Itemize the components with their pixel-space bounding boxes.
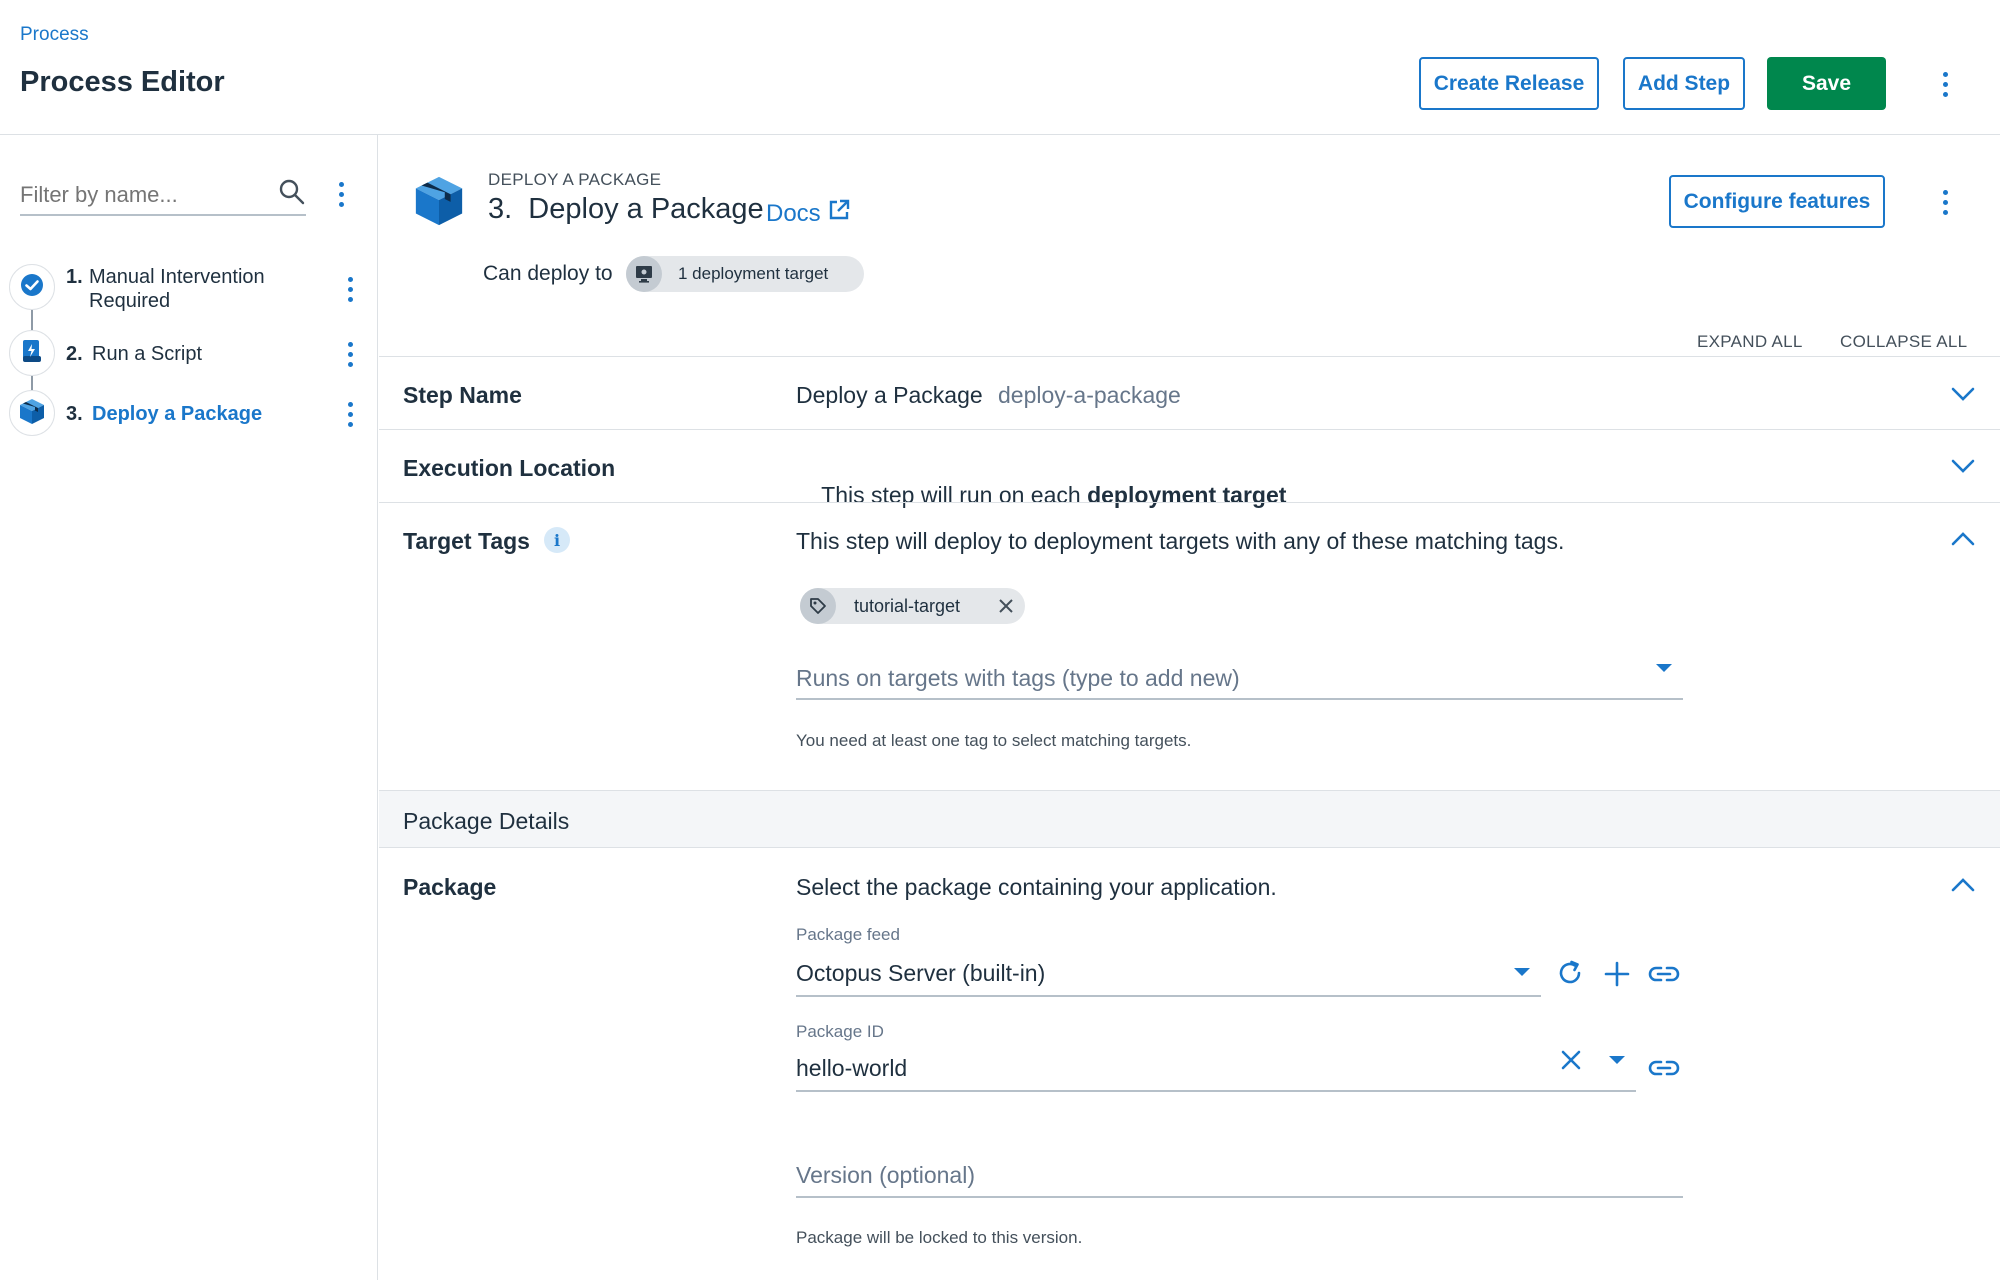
add-feed-icon[interactable] bbox=[1603, 960, 1631, 988]
package-details-header: Package Details bbox=[379, 791, 2000, 848]
package-id-label: Package ID bbox=[796, 1022, 884, 1041]
info-icon[interactable]: i bbox=[544, 527, 570, 553]
package-id-input[interactable]: hello-world bbox=[796, 1055, 907, 1082]
execution-location-text: This step will run on each deployment ta… bbox=[796, 455, 1286, 536]
deployment-target-chip[interactable]: 1 deployment target bbox=[626, 256, 864, 292]
step-2-icon-wrap bbox=[9, 330, 55, 376]
check-circle-icon bbox=[20, 273, 44, 302]
package-id-link-icon[interactable] bbox=[1648, 1054, 1680, 1082]
step-kind: DEPLOY A PACKAGE bbox=[488, 170, 662, 189]
sidebar-step-3[interactable]: 3. Deploy a Package bbox=[0, 390, 376, 440]
chevron-up-icon[interactable] bbox=[1949, 871, 1977, 899]
step-2-more-icon[interactable] bbox=[340, 334, 360, 374]
search-icon[interactable] bbox=[278, 178, 306, 206]
step-1-more-icon[interactable] bbox=[340, 269, 360, 309]
target-tags-label: Target Tags bbox=[403, 528, 530, 554]
package-icon bbox=[18, 397, 46, 430]
tag-icon bbox=[800, 588, 836, 624]
tags-input-underline bbox=[796, 698, 1683, 700]
expand-all-link[interactable]: EXPAND ALL bbox=[1697, 332, 1803, 352]
target-tags-description: This step will deploy to deployment targ… bbox=[796, 528, 1565, 554]
tag-chip-label: tutorial-target bbox=[854, 595, 961, 616]
collapse-all-link[interactable]: COLLAPSE ALL bbox=[1840, 332, 1967, 352]
page-title: Process Editor bbox=[20, 66, 225, 98]
create-release-button[interactable]: Create Release bbox=[1419, 57, 1599, 110]
version-hint: Package will be locked to this version. bbox=[796, 1228, 1083, 1247]
package-feed-label: Package feed bbox=[796, 925, 900, 944]
sidebar-step-2[interactable]: 2. Run a Script bbox=[0, 330, 376, 380]
step-1-label-line1: Manual Intervention bbox=[89, 266, 265, 288]
step-3-icon-wrap bbox=[9, 390, 55, 436]
refresh-icon[interactable] bbox=[1555, 958, 1585, 988]
execution-location-bold: deployment target bbox=[1087, 482, 1287, 508]
tags-dropdown-icon[interactable] bbox=[1654, 660, 1674, 676]
step-name-value: Deploy a Package bbox=[796, 382, 983, 408]
filter-more-icon[interactable] bbox=[331, 174, 351, 214]
step-name-slug: deploy-a-package bbox=[998, 382, 1181, 408]
step-more-icon[interactable] bbox=[1935, 182, 1955, 222]
chevron-up-icon[interactable] bbox=[1949, 525, 1977, 553]
tags-input[interactable]: Runs on targets with tags (type to add n… bbox=[796, 665, 1240, 692]
step-1-icon-wrap bbox=[9, 264, 55, 310]
configure-features-button[interactable]: Configure features bbox=[1669, 175, 1885, 228]
tag-remove-icon[interactable] bbox=[997, 597, 1015, 615]
breadcrumb[interactable]: Process bbox=[20, 24, 89, 46]
step-name-label: Step Name bbox=[403, 382, 522, 408]
script-icon bbox=[20, 338, 44, 369]
chevron-down-icon[interactable] bbox=[1949, 452, 1977, 480]
divider-2 bbox=[379, 429, 2000, 430]
sidebar-step-1[interactable]: 1. Manual Intervention Required bbox=[0, 260, 376, 320]
step-3-number: 3. bbox=[66, 403, 83, 425]
divider-1 bbox=[379, 356, 2000, 357]
filter-input[interactable] bbox=[20, 176, 306, 216]
step-1-number: 1. bbox=[66, 266, 83, 288]
step-title: 3. Deploy a Package bbox=[488, 193, 764, 225]
target-machine-icon bbox=[626, 256, 662, 292]
tag-chip[interactable]: tutorial-target bbox=[800, 588, 1025, 624]
step-3-label: Deploy a Package bbox=[92, 403, 263, 425]
external-link-icon bbox=[827, 198, 851, 229]
package-feed-select[interactable]: Octopus Server (built-in) bbox=[796, 960, 1045, 987]
package-details-label: Package Details bbox=[403, 808, 570, 834]
docs-link[interactable]: Docs bbox=[766, 198, 851, 229]
feed-link-icon[interactable] bbox=[1648, 960, 1680, 988]
step-2-number: 2. bbox=[66, 343, 83, 365]
step-1-label-line2: Required bbox=[89, 290, 171, 312]
can-deploy-label: Can deploy to bbox=[483, 262, 613, 285]
feed-underline bbox=[796, 995, 1541, 997]
targets-chip-label: 1 deployment target bbox=[678, 264, 829, 283]
divider-3 bbox=[379, 502, 2000, 503]
tags-hint: You need at least one tag to select matc… bbox=[796, 731, 1192, 750]
package-label: Package bbox=[403, 874, 497, 900]
execution-location-prefix: This step will run on each bbox=[821, 482, 1081, 508]
package-id-dropdown-icon[interactable] bbox=[1607, 1052, 1627, 1068]
version-underline bbox=[796, 1196, 1683, 1198]
feed-dropdown-icon[interactable] bbox=[1512, 964, 1532, 980]
package-id-underline bbox=[796, 1090, 1636, 1092]
save-button[interactable]: Save bbox=[1767, 57, 1886, 110]
clear-package-icon[interactable] bbox=[1558, 1047, 1584, 1073]
execution-location-label: Execution Location bbox=[403, 455, 616, 481]
header-more-icon[interactable] bbox=[1935, 64, 1955, 104]
docs-label: Docs bbox=[766, 199, 821, 227]
step-2-label: Run a Script bbox=[92, 343, 203, 365]
step-package-icon bbox=[412, 173, 466, 227]
package-description: Select the package containing your appli… bbox=[796, 874, 1277, 900]
step-3-more-icon[interactable] bbox=[340, 394, 360, 434]
chevron-down-icon[interactable] bbox=[1949, 380, 1977, 408]
version-input[interactable]: Version (optional) bbox=[796, 1162, 975, 1189]
add-step-button[interactable]: Add Step bbox=[1623, 57, 1745, 110]
